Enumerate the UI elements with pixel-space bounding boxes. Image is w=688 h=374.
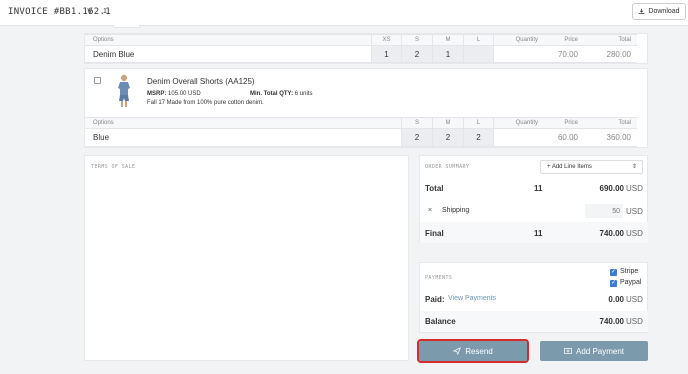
table1-qty-s[interactable]: 2 bbox=[402, 46, 433, 63]
table1-col-total: Total bbox=[584, 34, 637, 46]
table1-quantity bbox=[494, 46, 544, 63]
add-payment-button[interactable]: Add Payment bbox=[540, 341, 648, 361]
table1-price: 70.00 bbox=[544, 46, 584, 63]
product-description: Fall 17 Made from 100% pure cotton denim… bbox=[147, 100, 264, 106]
total-label: Total bbox=[425, 184, 444, 193]
balance-currency: USD bbox=[626, 317, 643, 326]
table2-col-s: S bbox=[402, 117, 433, 129]
balance-label: Balance bbox=[425, 317, 456, 326]
table1-col-m: M bbox=[433, 34, 464, 46]
table2-total: 360.00 bbox=[584, 129, 637, 147]
table2-col-m: M bbox=[433, 117, 464, 129]
table1-row: Denim Blue 1 2 1 70.00 280.00 bbox=[85, 46, 637, 63]
shipping-currency: USD bbox=[626, 207, 643, 216]
order-summary-title: ORDER SUMMARY bbox=[425, 164, 470, 170]
payments-title: PAYMENTS bbox=[425, 275, 453, 281]
shipping-input[interactable] bbox=[585, 204, 623, 218]
paid-value: 0.00 bbox=[608, 295, 624, 304]
table2-header: Options S M L Quantity Price Total bbox=[85, 117, 637, 129]
paypal-label: Paypal bbox=[620, 279, 642, 286]
final-currency: USD bbox=[626, 229, 643, 238]
table1-row-label: Denim Blue bbox=[85, 46, 372, 63]
table1-col-xs: XS bbox=[372, 34, 402, 46]
balance-value: 740.00 bbox=[599, 317, 624, 326]
send-icon bbox=[453, 347, 462, 355]
table2-price: 60.00 bbox=[544, 129, 584, 147]
stripe-checkbox[interactable]: ✓ bbox=[610, 269, 617, 276]
msrp-value: 105.00 USD bbox=[168, 91, 201, 97]
chevron-down-icon[interactable]: ∨ bbox=[86, 6, 93, 17]
table2-col-quantity: Quantity bbox=[494, 117, 544, 129]
table2-row-label: Blue bbox=[85, 129, 402, 147]
table1-col-price: Price bbox=[544, 34, 584, 46]
stripe-label: Stripe bbox=[620, 268, 639, 275]
table1-col-s: S bbox=[402, 34, 433, 46]
table1-qty-xs[interactable]: 1 bbox=[372, 46, 402, 63]
paypal-checkbox[interactable]: ✓ bbox=[610, 280, 617, 287]
table2-col-options: Options bbox=[85, 117, 402, 129]
download-label: Download bbox=[648, 8, 680, 15]
total-currency: USD bbox=[626, 184, 643, 193]
table1-col-quantity: Quantity bbox=[494, 34, 544, 46]
product-image bbox=[118, 74, 130, 107]
table2-col-l: L bbox=[464, 117, 494, 129]
add-line-items-label: + Add Line Items bbox=[547, 164, 592, 170]
table2-qty-s[interactable]: 2 bbox=[402, 129, 433, 147]
table1-col-options: Options bbox=[85, 34, 372, 46]
product-select-checkbox[interactable] bbox=[94, 77, 101, 84]
paid-currency: USD bbox=[626, 295, 643, 304]
msrp-label: MSRP: bbox=[147, 91, 167, 97]
table1-qty-m[interactable]: 1 bbox=[433, 46, 464, 63]
paid-label: Paid: bbox=[425, 295, 445, 304]
final-qty: 11 bbox=[534, 229, 543, 238]
table1-header: Options XS S M L Quantity Price Total bbox=[85, 34, 637, 46]
min-qty-value: 6 units bbox=[294, 91, 313, 97]
download-icon bbox=[639, 8, 645, 14]
table1-col-l: L bbox=[464, 34, 494, 46]
shipping-label: Shipping bbox=[442, 207, 470, 214]
add-line-items-select[interactable]: + Add Line Items ⇕ bbox=[540, 160, 643, 174]
table2-col-price: Price bbox=[544, 117, 584, 129]
terms-title: TERMS OF SALE bbox=[91, 164, 136, 170]
select-arrows-icon: ⇕ bbox=[631, 164, 637, 170]
table1-qty-l[interactable] bbox=[464, 46, 494, 63]
add-payment-label: Add Payment bbox=[575, 346, 625, 356]
min-qty-label: Min. Total QTY: bbox=[250, 91, 294, 97]
remove-shipping-icon[interactable]: × bbox=[428, 207, 432, 214]
table2-quantity bbox=[494, 129, 544, 147]
invoice-count: 1 bbox=[103, 8, 107, 15]
product-name: Denim Overall Shorts (AA125) bbox=[147, 77, 255, 86]
product-min-qty: Min. Total QTY: 6 units bbox=[250, 91, 312, 97]
download-button[interactable]: Download bbox=[632, 3, 686, 20]
table2-row: Blue 2 2 2 60.00 360.00 bbox=[85, 129, 637, 147]
resend-button[interactable]: Resend bbox=[417, 339, 529, 363]
table2-qty-m[interactable]: 2 bbox=[433, 129, 464, 147]
final-label: Final bbox=[425, 229, 444, 238]
money-icon bbox=[564, 348, 572, 354]
final-value: 740.00 bbox=[599, 229, 624, 238]
invoice-title: INVOICE #BB1.162.1 bbox=[8, 7, 111, 17]
top-bar: INVOICE #BB1.162.1 ∨ 1 Download bbox=[0, 0, 688, 26]
total-value: 690.00 bbox=[599, 184, 624, 193]
product-msrp: MSRP: 105.00 USD bbox=[147, 91, 201, 97]
table2-col-total: Total bbox=[584, 117, 637, 129]
table2-qty-l[interactable]: 2 bbox=[464, 129, 494, 147]
collapsed-item-fragment bbox=[113, 25, 140, 28]
view-payments-link[interactable]: View Payments bbox=[448, 295, 496, 302]
resend-label: Resend bbox=[465, 346, 493, 356]
table1-total: 280.00 bbox=[584, 46, 637, 63]
total-qty: 11 bbox=[534, 184, 543, 193]
terms-panel[interactable] bbox=[84, 155, 409, 361]
